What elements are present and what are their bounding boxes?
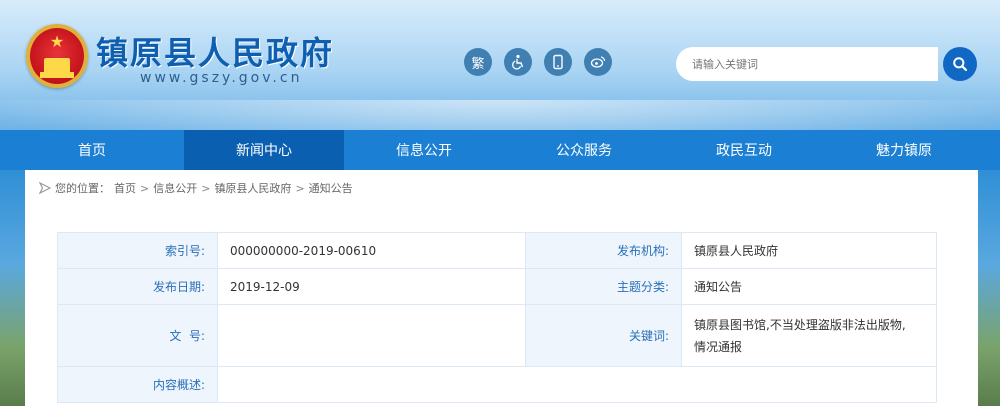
search-button[interactable] <box>943 47 977 81</box>
search-box <box>676 47 938 81</box>
traditional-chinese-icon[interactable]: 繁 <box>464 48 492 76</box>
breadcrumb-item-home[interactable]: 首页 <box>114 180 136 196</box>
breadcrumb-prefix: 您的位置： <box>55 182 110 195</box>
location-arrow-icon <box>39 182 51 194</box>
nav-item-news[interactable]: 新闻中心 <box>184 130 344 170</box>
index-value: 000000000-2019-00610 <box>217 232 526 269</box>
national-emblem-icon: ★ <box>26 24 88 88</box>
search-input[interactable] <box>676 47 938 81</box>
summary-label: 内容概述: <box>57 366 218 403</box>
docno-value <box>217 304 526 367</box>
site-domain: www.gszy.gov.cn <box>140 70 303 86</box>
publisher-label: 发布机构: <box>525 232 682 269</box>
nav-item-interaction[interactable]: 政民互动 <box>664 130 824 170</box>
table-row: 发布日期: 2019-12-09 主题分类: 通知公告 <box>57 268 937 305</box>
keyword-line-1: 镇原县图书馆,不当处理盗版非法出版物, <box>694 317 906 332</box>
docno-label: 文 号: <box>57 304 218 367</box>
site-header: ★ 镇原县人民政府 www.gszy.gov.cn 繁 <box>0 0 1000 130</box>
breadcrumb-item-notice[interactable]: 通知公告 <box>309 180 353 196</box>
breadcrumb-item-government[interactable]: 镇原县人民政府 <box>214 180 291 196</box>
table-row: 内容概述: <box>57 366 937 403</box>
keyword-value: 镇原县图书馆,不当处理盗版非法出版物, 情况通报 <box>681 304 937 367</box>
weibo-icon[interactable] <box>584 48 612 76</box>
category-label: 主题分类: <box>525 268 682 305</box>
site-title[interactable]: 镇原县人民政府 <box>96 28 334 74</box>
date-label: 发布日期: <box>57 268 218 305</box>
breadcrumb-separator: > <box>295 181 305 195</box>
header-tools: 繁 <box>464 48 612 76</box>
date-value: 2019-12-09 <box>217 268 526 305</box>
nav-item-home[interactable]: 首页 <box>0 130 184 170</box>
search-icon <box>953 57 968 72</box>
document-info-table: 索引号: 000000000-2019-00610 发布机构: 镇原县人民政府 … <box>57 232 937 403</box>
index-label: 索引号: <box>57 232 218 269</box>
publisher-value: 镇原县人民政府 <box>681 232 937 269</box>
breadcrumb: 您的位置： 首页 > 信息公开 > 镇原县人民政府 > 通知公告 <box>39 180 353 196</box>
breadcrumb-separator: > <box>140 181 150 195</box>
nav-item-disclosure[interactable]: 信息公开 <box>344 130 504 170</box>
breadcrumb-separator: > <box>201 181 211 195</box>
accessibility-icon[interactable] <box>504 48 532 76</box>
keyword-label: 关键词: <box>525 304 682 367</box>
main-content: 您的位置： 首页 > 信息公开 > 镇原县人民政府 > 通知公告 索引号: 00… <box>25 170 978 406</box>
main-nav: 首页 新闻中心 信息公开 公众服务 政民互动 魅力镇原 <box>0 130 1000 170</box>
mobile-icon[interactable] <box>544 48 572 76</box>
breadcrumb-item-disclosure[interactable]: 信息公开 <box>153 180 197 196</box>
category-value: 通知公告 <box>681 268 937 305</box>
summary-value <box>217 366 937 403</box>
table-row: 索引号: 000000000-2019-00610 发布机构: 镇原县人民政府 <box>57 232 937 269</box>
keyword-line-2: 情况通报 <box>694 339 743 354</box>
table-row: 文 号: 关键词: 镇原县图书馆,不当处理盗版非法出版物, 情况通报 <box>57 304 937 367</box>
nav-item-services[interactable]: 公众服务 <box>504 130 664 170</box>
nav-item-charm[interactable]: 魅力镇原 <box>824 130 984 170</box>
